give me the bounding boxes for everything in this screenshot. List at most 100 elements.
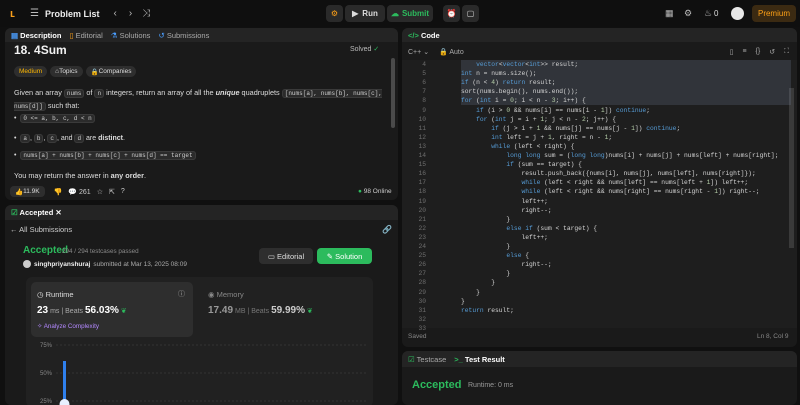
submit-button[interactable]: ☁ Submit (387, 5, 433, 22)
code-line[interactable]: long long sum = (long long)nums[i] + num… (461, 151, 791, 160)
dislike-icon[interactable]: 👎 (54, 188, 63, 196)
code-line[interactable]: left++; (461, 197, 791, 206)
autocomplete-toggle[interactable]: 🔒 Auto (439, 48, 464, 56)
code-line[interactable]: while (left < right) { (461, 142, 791, 151)
your-submission-marker[interactable] (59, 399, 70, 405)
language-select[interactable]: C++ ⌄ (408, 48, 429, 56)
tab-solutions[interactable]: ⚗ Solutions (111, 31, 151, 40)
code-line[interactable]: } (461, 297, 791, 306)
code-line[interactable]: sort(nums.begin(), nums.end()); (461, 87, 791, 97)
bookmark-icon[interactable]: ▯ (730, 48, 734, 56)
tab-testcase[interactable]: ☑ Testcase (408, 355, 446, 364)
code-line[interactable]: } (461, 288, 791, 297)
timer-button[interactable]: ⏰ (443, 5, 460, 22)
chart-bar[interactable] (63, 361, 66, 405)
help-icon[interactable]: ? (121, 188, 125, 195)
problem-list-icon[interactable]: ☰ (30, 8, 39, 19)
line-number: 11 (418, 124, 426, 132)
description-scrollbar[interactable] (391, 58, 395, 128)
leaf-icon: ❦ (120, 308, 127, 315)
code-line[interactable]: int left = j + 1, right = n - 1; (461, 133, 791, 142)
flask-icon: ⚗ (110, 30, 120, 40)
runtime-value: 23 ms | Beats 56.03% ❦ (37, 305, 127, 316)
analyze-complexity-link[interactable]: ✧ Analyze Complexity (37, 323, 99, 330)
braces-icon[interactable]: {} (756, 48, 761, 56)
avatar[interactable] (731, 7, 744, 20)
premium-button[interactable]: Premium (752, 5, 796, 22)
editorial-button[interactable]: ▭ Editorial (259, 248, 313, 264)
share-icon[interactable]: ⇱ (109, 188, 115, 196)
link-icon[interactable]: 🔗 (382, 225, 392, 234)
notes-button[interactable]: ▢ (462, 5, 479, 22)
cloud-upload-icon: ☁ (390, 9, 399, 18)
code-line[interactable]: if (n < 4) return result; (461, 78, 791, 88)
code-line[interactable]: right--; (461, 206, 791, 215)
lock-icon: 🔒 (439, 48, 450, 56)
code-line[interactable]: } (461, 269, 791, 278)
leetcode-logo-icon[interactable]: ʟ (10, 8, 20, 20)
close-tab-icon[interactable]: ✕ (55, 208, 61, 217)
code-line[interactable]: for (int j = i + 1; j < n - 2; j++) { (461, 115, 791, 124)
streak-flame-icon[interactable]: ♨ (704, 8, 712, 19)
info-icon[interactable]: ⓘ (178, 289, 185, 299)
comment-button[interactable]: 💬 261 (68, 188, 90, 196)
topics-tag[interactable]: ⌂ Topics (50, 66, 83, 77)
like-button[interactable]: 👍 11.9K (10, 186, 45, 197)
code-line[interactable]: else if (sum < target) { (461, 224, 791, 233)
difficulty-badge[interactable]: Medium (14, 66, 48, 77)
test-result-panel: ☑ Testcase >_ Test Result Accepted Runti… (402, 351, 797, 405)
problem-title: 18. 4Sum (14, 43, 67, 57)
code-line[interactable]: int n = nums.size(); (461, 69, 791, 79)
companies-tag[interactable]: 🔒 Companies (85, 66, 137, 77)
code-line[interactable]: while (left < right && nums[right] == nu… (461, 187, 791, 196)
line-number: 27 (418, 270, 426, 278)
shuffle-icon[interactable]: ⤨ (142, 8, 150, 19)
next-problem-icon[interactable]: › (129, 8, 132, 19)
code-line[interactable]: vector<vector<int>> result; (461, 60, 791, 70)
sparkle-icon: ✧ (37, 323, 44, 330)
code-line[interactable]: right--; (461, 260, 791, 269)
code-line[interactable]: while (left < right && nums[left] == num… (461, 178, 791, 187)
line-number: 25 (418, 252, 426, 260)
solution-button[interactable]: ✎ Solution (317, 248, 372, 264)
tab-editorial[interactable]: ▯ Editorial (69, 31, 102, 40)
star-icon[interactable]: ☆ (97, 188, 103, 196)
code-line[interactable]: result.push_back({nums[i], nums[j], nums… (461, 169, 791, 178)
tab-description[interactable]: ▤ Description (11, 31, 61, 40)
testcases-passed: 294 / 294 testcases passed (62, 248, 139, 255)
memory-label[interactable]: ◉ Memory (208, 290, 244, 299)
line-number: 32 (418, 315, 426, 323)
code-line[interactable]: return result; (461, 306, 791, 315)
code-line[interactable]: for (int i = 0; i < n - 3; i++) { (461, 96, 791, 106)
tab-accepted[interactable]: ☑ Accepted ✕ (11, 208, 62, 217)
line-number: 6 (422, 79, 426, 87)
code-line[interactable]: } (461, 242, 791, 251)
settings-icon[interactable]: ⚙ (684, 8, 692, 19)
prev-problem-icon[interactable]: ‹ (113, 8, 116, 19)
run-button[interactable]: ▶ Run (345, 5, 385, 22)
tab-test-result[interactable]: >_ Test Result (454, 355, 505, 364)
tab-code[interactable]: </> Code (408, 31, 440, 40)
code-line[interactable]: } (461, 215, 791, 224)
cursor-position: Ln 8, Col 9 (757, 333, 789, 340)
streak-count: 0 (714, 9, 719, 18)
code-line[interactable]: left++; (461, 233, 791, 242)
problem-list-link[interactable]: Problem List (45, 9, 100, 19)
code-icon: </> (408, 30, 421, 40)
check-circle-icon: ✓ (373, 46, 380, 53)
fullscreen-icon[interactable]: ⛶ (784, 48, 789, 56)
code-line[interactable]: if (j > i + 1 && nums[j] == nums[j - 1])… (461, 124, 791, 133)
code-line[interactable]: } (461, 278, 791, 287)
layout-icon[interactable]: ▦ (665, 8, 674, 19)
comment-icon: 💬 (68, 188, 79, 196)
tab-submissions[interactable]: ↺ Submissions (158, 31, 209, 40)
code-line[interactable]: if (sum == target) { (461, 160, 791, 169)
all-submissions-link[interactable]: ← All Submissions (10, 225, 72, 234)
debug-button[interactable]: ⚙ (326, 5, 343, 22)
format-icon[interactable]: ≡ (742, 48, 746, 56)
book-icon: ▭ (267, 251, 275, 261)
code-line[interactable]: else { (461, 251, 791, 260)
line-number: 16 (418, 170, 426, 178)
reset-icon[interactable]: ↺ (769, 48, 775, 56)
code-line[interactable]: if (i > 0 && nums[i] == nums[i - 1]) con… (461, 106, 791, 115)
